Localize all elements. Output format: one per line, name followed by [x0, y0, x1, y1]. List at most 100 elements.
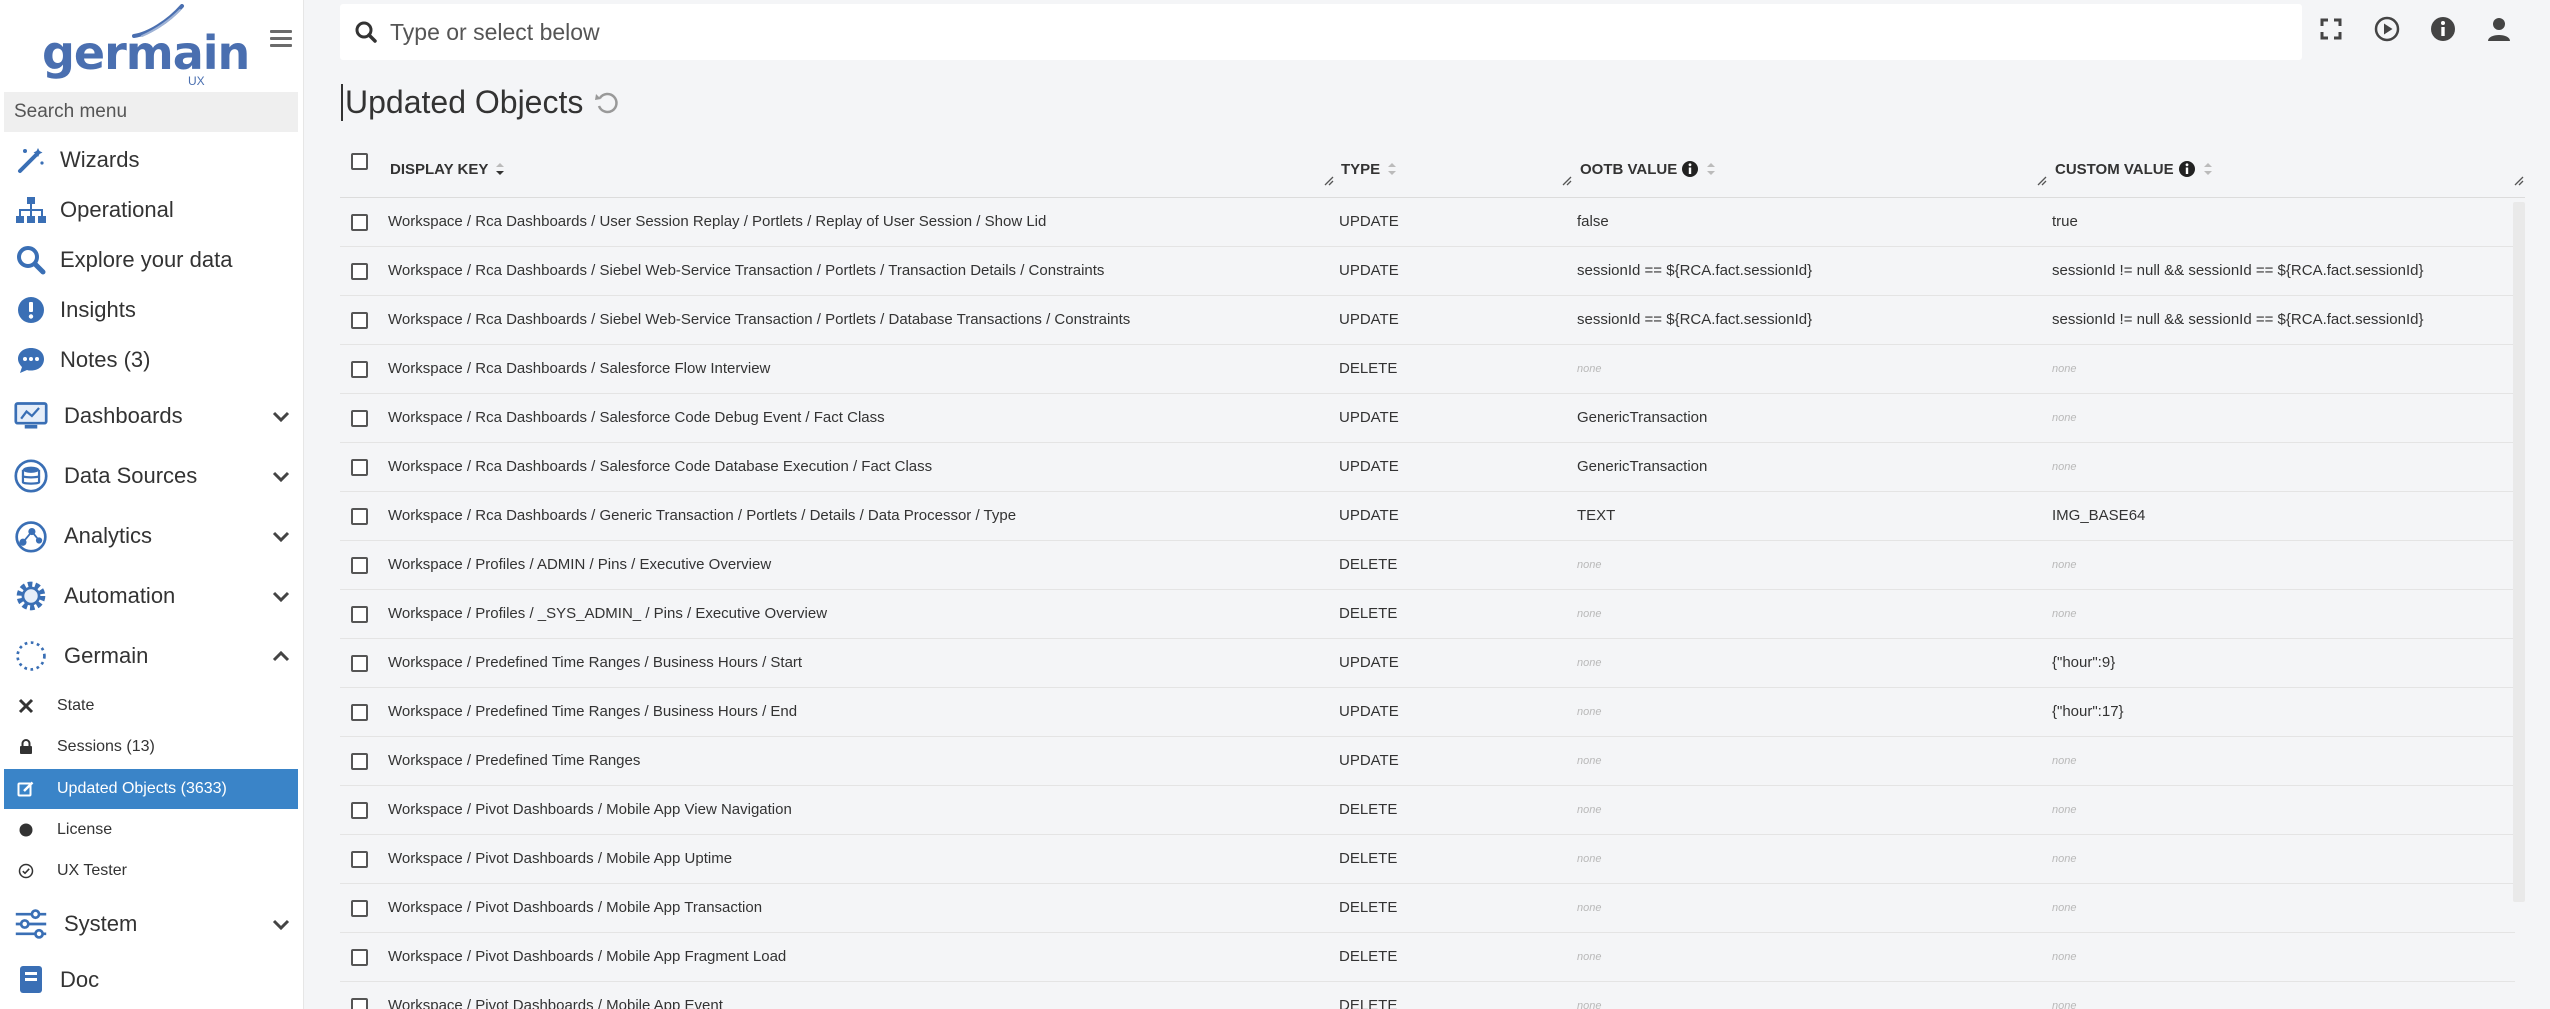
- sidebar-group-data-sources[interactable]: Data Sources: [0, 456, 304, 496]
- cell-display-key: Workspace / Rca Dashboards / Siebel Web-…: [388, 262, 1105, 279]
- refresh-icon[interactable]: [594, 90, 620, 116]
- row-checkbox[interactable]: [351, 998, 368, 1009]
- sidebar-item-operational[interactable]: Operational: [0, 192, 304, 228]
- sidebar-item-insights[interactable]: Insights: [0, 292, 304, 328]
- sidebar-group-label: Germain: [64, 643, 149, 668]
- table-row[interactable]: Workspace / Rca Dashboards / Salesforce …: [340, 443, 2515, 492]
- column-header-type[interactable]: Type: [1341, 154, 1398, 184]
- table-row[interactable]: Workspace / Predefined Time Ranges / Bus…: [340, 688, 2515, 737]
- column-header-display-key[interactable]: Display Key: [390, 154, 506, 184]
- cell-ootb-value: none: [1577, 902, 1602, 914]
- sidebar-item-wizards[interactable]: Wizards: [0, 142, 304, 178]
- sidebar-subitem-label: Updated Objects (3633): [57, 780, 227, 797]
- row-checkbox[interactable]: [351, 753, 368, 770]
- grid-header: Display Key Type OOTB Value Custom Value: [340, 140, 2525, 198]
- search-icon: [14, 243, 48, 277]
- sidebar-group-germain[interactable]: Germain: [0, 636, 304, 676]
- row-checkbox[interactable]: [351, 900, 368, 917]
- play-icon[interactable]: [2374, 16, 2400, 42]
- table-row[interactable]: Workspace / Predefined Time Ranges UPDATE…: [340, 737, 2515, 786]
- search-icon: [355, 21, 377, 43]
- column-header-custom-value[interactable]: Custom Value: [2055, 154, 2214, 184]
- table-row[interactable]: Workspace / Pivot Dashboards / Mobile Ap…: [340, 982, 2515, 1009]
- cell-type: UPDATE: [1339, 409, 1399, 426]
- cell-ootb-value: none: [1577, 657, 1602, 669]
- row-checkbox[interactable]: [351, 704, 368, 721]
- cell-display-key: Workspace / Pivot Dashboards / Mobile Ap…: [388, 850, 733, 867]
- row-checkbox[interactable]: [351, 655, 368, 672]
- row-checkbox[interactable]: [351, 459, 368, 476]
- top-icon-group: [2318, 16, 2512, 42]
- fullscreen-icon[interactable]: [2318, 16, 2344, 42]
- table-row[interactable]: Workspace / Predefined Time Ranges / Bus…: [340, 639, 2515, 688]
- cell-type: UPDATE: [1339, 654, 1399, 671]
- row-checkbox[interactable]: [351, 606, 368, 623]
- info-icon[interactable]: [2430, 16, 2456, 42]
- table-row[interactable]: Workspace / Pivot Dashboards / Mobile Ap…: [340, 786, 2515, 835]
- column-resize-handle[interactable]: [2514, 176, 2524, 186]
- sidebar-item-doc[interactable]: Doc: [0, 960, 304, 1000]
- row-checkbox[interactable]: [351, 214, 368, 231]
- row-checkbox[interactable]: [351, 851, 368, 868]
- sidebar-subitem-updated-objects[interactable]: Updated Objects (3633): [4, 769, 298, 809]
- table-row[interactable]: Workspace / Rca Dashboards / Siebel Web-…: [340, 247, 2515, 296]
- cell-ootb-value: sessionId == ${RCA.fact.sessionId}: [1577, 262, 1813, 279]
- sidebar-item-notes[interactable]: Notes (3): [0, 342, 304, 378]
- exclamation-icon: [14, 293, 48, 327]
- column-resize-handle[interactable]: [1562, 176, 1572, 186]
- row-checkbox[interactable]: [351, 410, 368, 427]
- menu-toggle-button[interactable]: [270, 30, 292, 48]
- cell-display-key: Workspace / Rca Dashboards / Salesforce …: [388, 458, 933, 475]
- cell-custom-value: none: [2052, 608, 2077, 620]
- comment-icon: [14, 343, 48, 377]
- table-row[interactable]: Workspace / Profiles / ADMIN / Pins / Ex…: [340, 541, 2515, 590]
- cell-type: UPDATE: [1339, 458, 1399, 475]
- sidebar-item-explore[interactable]: Explore your data: [0, 242, 304, 278]
- info-icon[interactable]: [2178, 160, 2196, 178]
- column-header-ootb-value[interactable]: OOTB Value: [1580, 154, 1717, 184]
- cell-custom-value: none: [2052, 1000, 2077, 1009]
- select-all-checkbox[interactable]: [351, 153, 368, 170]
- row-checkbox[interactable]: [351, 949, 368, 966]
- cell-type: UPDATE: [1339, 703, 1399, 720]
- cell-custom-value: none: [2052, 853, 2077, 865]
- info-icon[interactable]: [1681, 160, 1699, 178]
- cell-custom-value: none: [2052, 461, 2077, 473]
- row-checkbox[interactable]: [351, 263, 368, 280]
- sidebar-subitem-state[interactable]: State: [4, 686, 298, 726]
- cell-custom-value: sessionId != null && sessionId == ${RCA.…: [2052, 262, 2424, 279]
- global-search-input[interactable]: [390, 12, 2270, 52]
- table-row[interactable]: Workspace / Pivot Dashboards / Mobile Ap…: [340, 835, 2515, 884]
- table-row[interactable]: Workspace / Rca Dashboards / Salesforce …: [340, 345, 2515, 394]
- wand-icon: [14, 143, 48, 177]
- cell-custom-value: sessionId != null && sessionId == ${RCA.…: [2052, 311, 2424, 328]
- sidebar-group-analytics[interactable]: Analytics: [0, 516, 304, 556]
- cell-ootb-value: none: [1577, 1000, 1602, 1009]
- table-row[interactable]: Workspace / Rca Dashboards / User Sessio…: [340, 198, 2515, 247]
- column-resize-handle[interactable]: [2037, 176, 2047, 186]
- sidebar-group-dashboards[interactable]: Dashboards: [0, 396, 304, 436]
- table-row[interactable]: Workspace / Rca Dashboards / Siebel Web-…: [340, 296, 2515, 345]
- sidebar-subitem-sessions[interactable]: Sessions (13): [4, 727, 298, 767]
- row-checkbox[interactable]: [351, 508, 368, 525]
- table-row[interactable]: Workspace / Profiles / _SYS_ADMIN_ / Pin…: [340, 590, 2515, 639]
- table-row[interactable]: Workspace / Rca Dashboards / Salesforce …: [340, 394, 2515, 443]
- menu-search-input[interactable]: [4, 92, 298, 132]
- row-checkbox[interactable]: [351, 361, 368, 378]
- table-row[interactable]: Workspace / Rca Dashboards / Generic Tra…: [340, 492, 2515, 541]
- row-checkbox[interactable]: [351, 802, 368, 819]
- cell-display-key: Workspace / Pivot Dashboards / Mobile Ap…: [388, 899, 763, 916]
- table-row[interactable]: Workspace / Pivot Dashboards / Mobile Ap…: [340, 884, 2515, 933]
- germain-logo[interactable]: germain UX: [36, 4, 250, 88]
- row-checkbox[interactable]: [351, 557, 368, 574]
- user-icon[interactable]: [2486, 16, 2512, 42]
- column-resize-handle[interactable]: [1324, 176, 1334, 186]
- sidebar-group-automation[interactable]: Automation: [0, 576, 304, 616]
- sidebar-subitem-label: Sessions (13): [57, 738, 155, 755]
- sidebar-subitem-ux-tester[interactable]: UX Tester: [4, 851, 298, 891]
- grid-scrollbar[interactable]: [2513, 202, 2525, 902]
- table-row[interactable]: Workspace / Pivot Dashboards / Mobile Ap…: [340, 933, 2515, 982]
- sidebar-group-system[interactable]: System: [0, 904, 304, 944]
- row-checkbox[interactable]: [351, 312, 368, 329]
- sidebar-subitem-license[interactable]: License: [4, 810, 298, 850]
